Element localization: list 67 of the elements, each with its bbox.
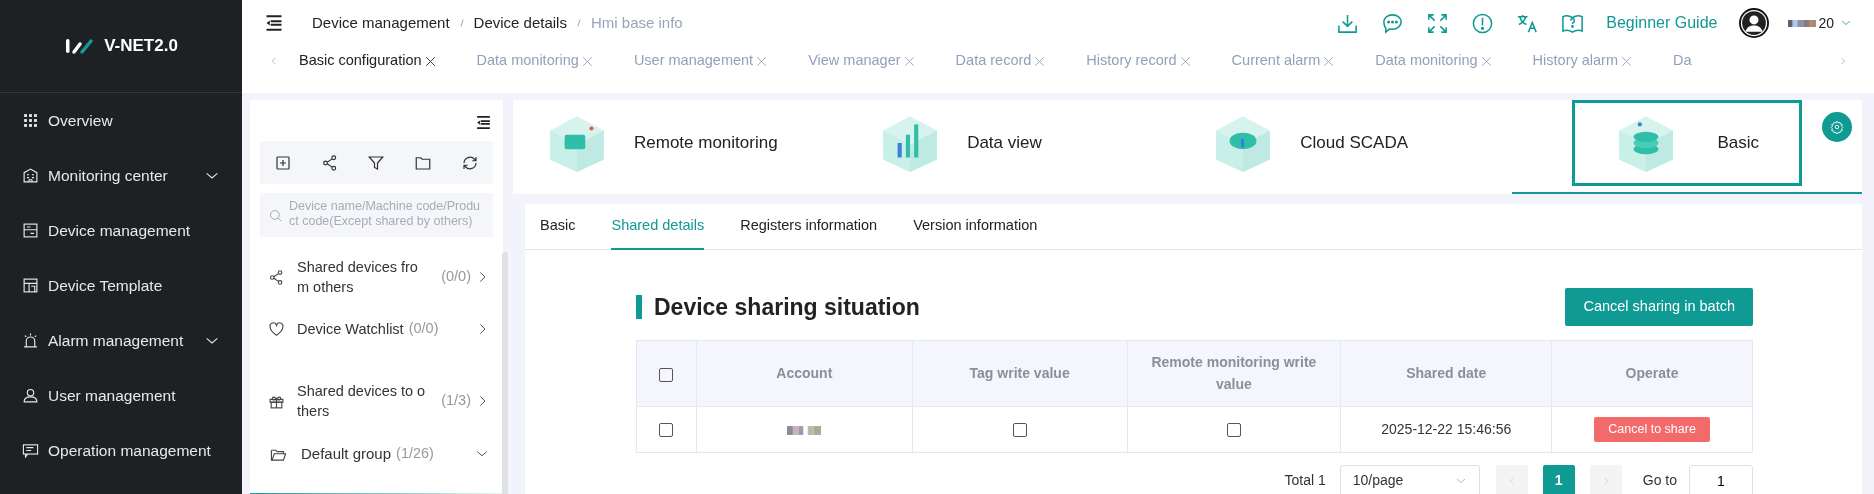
breadcrumb-item[interactable]: Device details [473,11,567,35]
settings-button[interactable] [1822,112,1852,142]
feature-card[interactable]: Remote monitoring [513,100,847,194]
total-count: Total 1 [1284,471,1326,491]
add-icon[interactable] [274,153,293,172]
share-icon [268,268,285,286]
detail-tab[interactable]: Version information [913,204,1038,250]
sidebar-item[interactable]: Device Template [0,258,242,313]
pixelated-name-drawing [1787,19,1818,27]
sidebar-item[interactable]: Alarm management [0,313,242,368]
user-name[interactable]: 20 [1818,12,1834,34]
device-group[interactable]: Shared devices from others (0/0) [250,249,503,305]
feature-card[interactable]: Data view [846,100,1180,194]
slash-icon [457,16,466,30]
column-header: Account [696,340,913,407]
breadcrumb-item[interactable]: Device management [312,11,450,35]
column-header: Tag write value [912,340,1127,407]
detail-tab[interactable]: Registers information [740,204,878,250]
column-header: Shared date [1340,340,1552,407]
detail-tab[interactable]: Shared details [611,204,705,250]
search-field[interactable]: Device name/Machine code/Product code(Except shared by others) [260,193,493,237]
logo-text: V-NET2.0 [104,35,178,58]
breadcrumb-item: Hmi base info [590,12,683,33]
menu-collapse-icon[interactable] [264,13,284,33]
grid-icon [22,112,39,129]
sidebar-item[interactable]: Overview [0,93,242,148]
column-header: Operate [1551,340,1753,407]
pixelated-name-drawing [787,425,822,435]
device-group[interactable]: Default group (1/26) [250,435,503,473]
checkbox[interactable] [1226,423,1241,438]
table-cell: 2025-12-22 15:46:56 [1340,406,1552,453]
close-icon[interactable] [423,54,437,68]
collapse-icon[interactable] [474,114,493,131]
user-icon [22,387,39,404]
feature-card[interactable]: Cloud SCADA [1179,100,1513,194]
building-icon [22,167,39,184]
checkbox[interactable] [1012,423,1027,438]
chat-icon[interactable] [1381,11,1405,35]
section-title: Device sharing situation [636,294,920,319]
fullscreen-icon[interactable] [1426,11,1450,35]
page-tab[interactable]: Basic configuration [299,50,437,72]
sidebar-item[interactable]: Operation management [0,423,242,478]
panel-icon [22,222,39,239]
slash-icon [574,16,583,30]
detail-tab[interactable]: Basic [540,204,576,250]
share-icon[interactable] [320,153,339,172]
message-icon [22,442,39,459]
heart-icon [268,320,285,338]
checkbox[interactable] [659,423,674,438]
avatar-icon[interactable] [1739,8,1770,38]
layout-icon [22,277,39,294]
alarm-bell-icon [22,332,39,349]
column-header: Remote monitoring write value [1127,340,1341,407]
alert-icon[interactable] [1471,11,1495,35]
guide-link[interactable]: Beginner Guide [1606,11,1718,35]
goto-input[interactable]: 1 [1689,464,1753,494]
checkbox[interactable] [659,367,674,382]
goto-label: Go to [1642,471,1677,491]
page-size-select[interactable]: 10/page [1339,464,1480,494]
sidebar-item[interactable]: Device management [0,203,242,258]
device-group[interactable]: Shared devices to others (1/3) [250,367,503,435]
filter-icon[interactable] [367,153,386,172]
sidebar-item[interactable]: Monitoring center [0,148,242,203]
settings-icon [1830,120,1844,134]
device-group[interactable]: Device Watchlist (0/0) [250,305,503,353]
search-icon [268,208,283,223]
sidebar-item[interactable]: User management [0,368,242,423]
